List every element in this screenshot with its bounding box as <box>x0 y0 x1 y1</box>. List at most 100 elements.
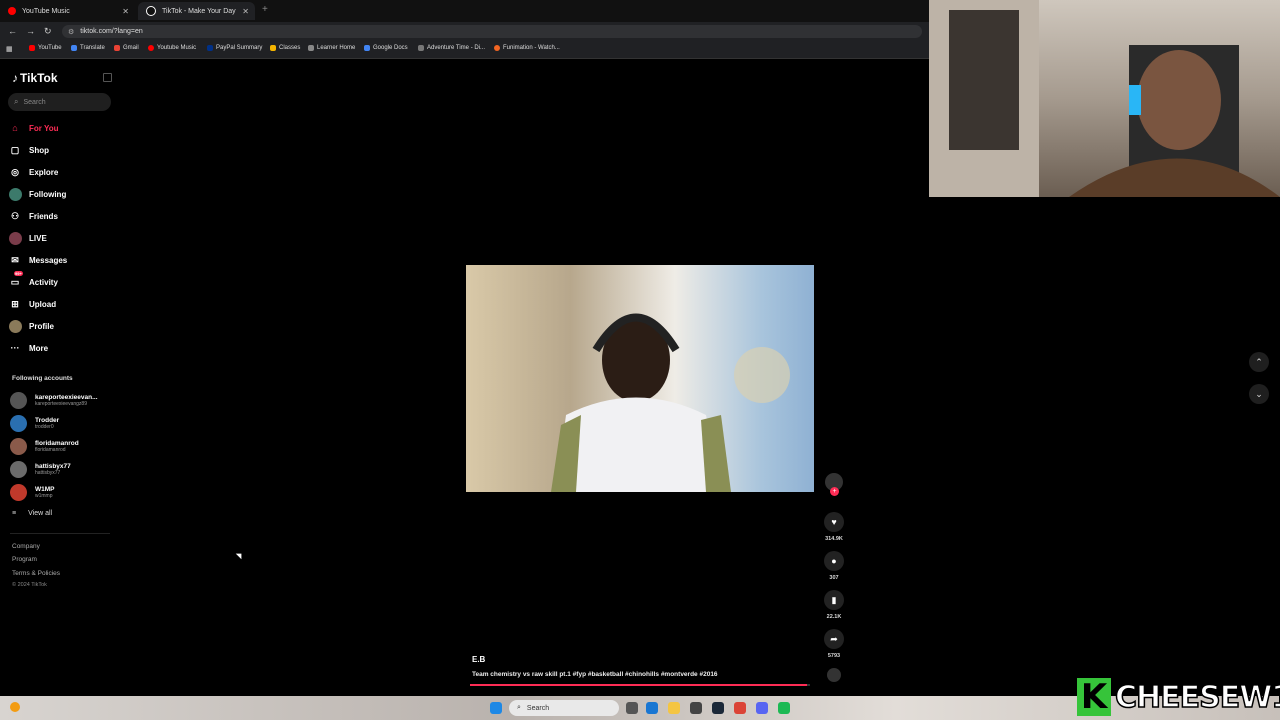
bookmark-learner-home[interactable]: Learner Home <box>308 45 355 51</box>
learner-icon <box>308 45 314 51</box>
view-all-label: View all <box>28 510 53 517</box>
bookmark-label: Learner Home <box>317 45 356 51</box>
nav-shop[interactable]: ▢ Shop <box>8 140 49 160</box>
copyright: © 2024 TikTok <box>12 582 47 588</box>
chrome-icon[interactable] <box>734 702 746 714</box>
bookmark-label: Classes <box>279 45 301 51</box>
docs-icon <box>364 45 370 51</box>
account-username: w1mmp <box>35 492 53 499</box>
previous-video-button[interactable]: ⌃ <box>1249 352 1269 372</box>
save-button[interactable]: ▮ 22.1K <box>820 590 848 620</box>
post-author[interactable]: E.B <box>472 655 485 664</box>
forward-icon[interactable]: → <box>26 26 35 36</box>
paypal-icon <box>207 45 213 51</box>
nav-activity[interactable]: ▭ 99+ Activity <box>8 271 58 292</box>
bookmark-funimation[interactable]: Funimation - Watch... <box>494 45 560 51</box>
site-info-icon[interactable]: ⚙ <box>68 28 74 36</box>
friends-icon: ⚇ <box>10 210 20 221</box>
back-icon[interactable]: ← <box>8 26 17 36</box>
weather-icon[interactable] <box>10 702 20 712</box>
tab-youtube-music[interactable]: YouTube Music ✕ <box>0 2 135 20</box>
footer-company-link[interactable]: Company <box>12 543 40 550</box>
nav-messages[interactable]: ✉ Messages <box>8 250 67 270</box>
following-account[interactable]: hattisbyx77 hattisbyx77 <box>10 459 71 479</box>
account-username: trodder0 <box>35 423 54 430</box>
nav-more[interactable]: ··· More <box>8 338 49 358</box>
bookmark-youtube[interactable]: YouTube <box>29 45 62 51</box>
video-progress-bar[interactable] <box>470 684 810 686</box>
footer-program-link[interactable]: Program <box>12 556 37 563</box>
avatar <box>10 460 27 478</box>
footer-terms-link[interactable]: Terms & Policies <box>12 570 60 577</box>
close-tab-icon[interactable]: ✕ <box>122 7 129 16</box>
account-username: hattisbyx77 <box>35 469 61 476</box>
bookmark-translate[interactable]: Translate <box>71 45 105 51</box>
bookmark-google-docs[interactable]: Google Docs <box>364 45 408 51</box>
nav-following[interactable]: Following <box>8 184 66 204</box>
music-disc-button[interactable] <box>820 668 848 682</box>
browser-tab-strip: YouTube Music ✕ TikTok - Make Your Day ✕… <box>0 0 930 22</box>
nav-label: Upload <box>29 299 57 309</box>
follow-plus-icon[interactable]: + <box>830 487 839 496</box>
avatar <box>10 391 27 409</box>
following-account[interactable]: W1MP w1mmp <box>10 482 55 502</box>
search-placeholder: Search <box>23 98 46 106</box>
nav-upload[interactable]: ⊞ Upload <box>8 294 56 314</box>
video-player[interactable] <box>466 265 814 492</box>
search-icon: ⌕ <box>517 704 521 711</box>
discord-icon[interactable] <box>756 702 768 714</box>
edge-icon[interactable] <box>646 702 658 714</box>
following-account[interactable]: kareporteexieevan... kareporteexieevangz8… <box>10 390 98 410</box>
nav-live[interactable]: LIVE <box>8 228 47 248</box>
logo-text: TikTok <box>20 71 58 85</box>
steam-icon[interactable] <box>712 702 724 714</box>
live-avatar-icon <box>8 231 22 245</box>
share-button[interactable]: ➦ 5793 <box>820 629 848 659</box>
bookmark-adventure-time[interactable]: Adventure Time - Di... <box>418 45 485 51</box>
brand-name: CHEESEW1Z <box>1114 679 1280 716</box>
taskbar-search[interactable]: ⌕ Search <box>509 700 619 716</box>
nav-friends[interactable]: ⚇ Friends <box>8 206 58 226</box>
following-account[interactable]: Trodder trodder0 <box>10 413 59 433</box>
tab-tiktok[interactable]: TikTok - Make Your Day ✕ <box>138 2 255 20</box>
profile-avatar-icon <box>8 319 22 333</box>
chevron-down-icon: ⌄ <box>1255 388 1263 399</box>
nav-label: Profile <box>29 321 54 331</box>
home-icon: ⌂ <box>12 123 18 133</box>
save-count: 22.1K <box>826 614 842 620</box>
following-account[interactable]: floridamanrod floridamanrod <box>10 436 79 456</box>
like-button[interactable]: ♥ 314.9K <box>820 512 848 542</box>
collapse-sidebar-icon[interactable] <box>103 73 112 82</box>
task-view-icon[interactable] <box>626 702 638 714</box>
apps-icon[interactable]: ▦ <box>6 45 13 53</box>
creator-avatar-button[interactable]: + <box>820 473 848 496</box>
bookmark-youtube-music[interactable]: Youtube Music <box>148 45 196 51</box>
nav-explore[interactable]: ◎ Explore <box>8 162 58 182</box>
tiktok-tab-icon <box>146 6 156 16</box>
file-explorer-icon[interactable] <box>668 702 680 714</box>
windows-start-icon[interactable] <box>490 702 502 714</box>
webcam-overlay <box>929 0 1280 197</box>
url-input[interactable]: ⚙ tiktok.com/?lang=en <box>62 25 922 38</box>
nav-for-you[interactable]: ⌂ For You <box>8 118 58 138</box>
settings-icon[interactable] <box>690 702 702 714</box>
reload-icon[interactable]: ↻ <box>44 26 52 37</box>
bookmark-paypal[interactable]: PayPal Summary <box>207 45 262 51</box>
brand-k-logo: K <box>1077 677 1111 717</box>
close-tab-icon[interactable]: ✕ <box>242 7 249 16</box>
tiktok-logo[interactable]: ♪ TikTok <box>12 71 58 85</box>
comment-button[interactable]: ● 307 <box>820 551 848 581</box>
search-input[interactable]: ⌕ Search <box>8 93 111 111</box>
video-frame <box>551 313 790 492</box>
spotify-icon[interactable] <box>778 702 790 714</box>
next-video-button[interactable]: ⌄ <box>1249 384 1269 404</box>
heart-icon: ♥ <box>824 512 844 532</box>
view-all-button[interactable]: ≡ View all <box>12 510 52 517</box>
bookmark-gmail[interactable]: Gmail <box>114 45 139 51</box>
avatar <box>10 414 27 432</box>
classroom-icon <box>270 45 276 51</box>
bookmark-classes[interactable]: Classes <box>270 45 300 51</box>
new-tab-icon[interactable]: + <box>262 4 268 15</box>
nav-profile[interactable]: Profile <box>8 316 54 336</box>
comment-icon: ● <box>824 551 844 571</box>
